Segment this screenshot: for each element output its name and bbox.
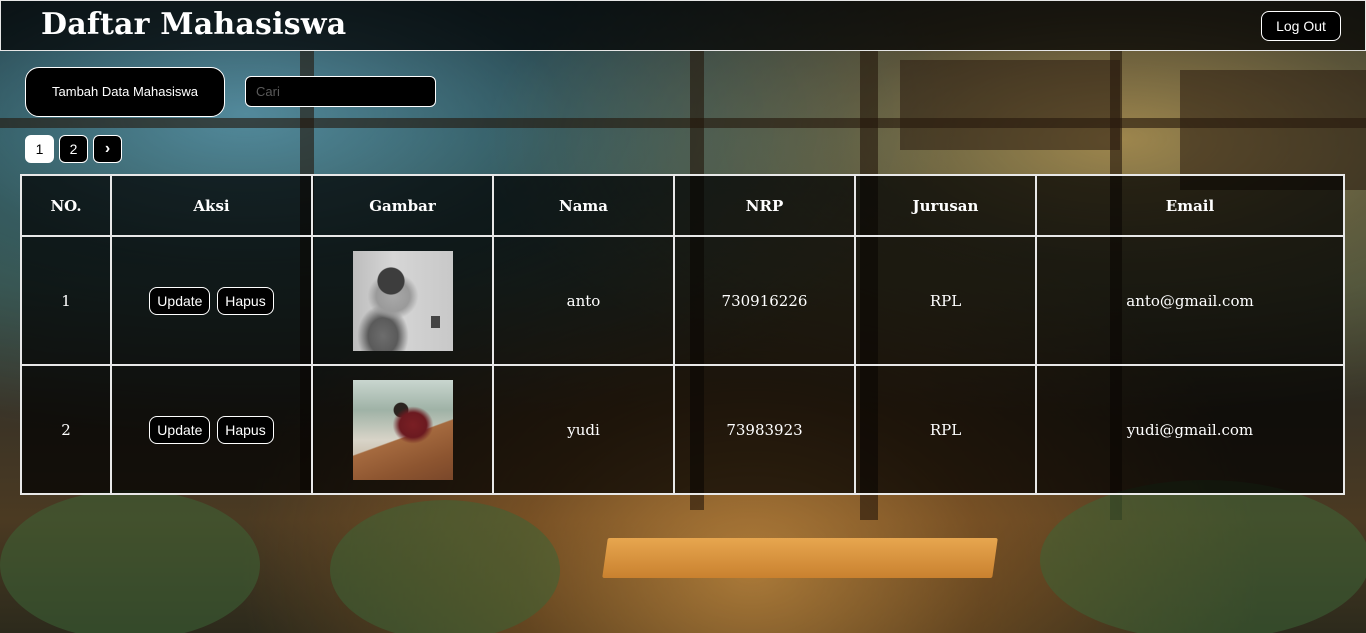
student-photo [352, 250, 453, 351]
student-photo [352, 379, 453, 480]
cell-nama: anto [492, 235, 675, 366]
table-row: 2 Update Hapus yudi 73983923 RPL yudi@gm… [20, 364, 1345, 495]
cell-email: anto@gmail.com [1035, 235, 1345, 366]
column-header-jurusan: Jurusan [854, 174, 1037, 237]
table-header-row: NO. Aksi Gambar Nama NRP Jurusan Email [20, 174, 1345, 237]
cell-jurusan: RPL [854, 235, 1037, 366]
delete-button[interactable]: Hapus [217, 286, 274, 315]
table-row: 1 Update Hapus anto 730916226 RPL anto@g… [20, 235, 1345, 366]
column-header-email: Email [1035, 174, 1345, 237]
table-header: NO. Aksi Gambar Nama NRP Jurusan Email [20, 174, 1345, 237]
student-table: NO. Aksi Gambar Nama NRP Jurusan Email 1… [20, 174, 1345, 495]
column-header-no: NO. [20, 174, 112, 237]
cell-nrp: 73983923 [673, 364, 856, 495]
cell-nama: yudi [492, 364, 675, 495]
add-student-button[interactable]: Tambah Data Mahasiswa [25, 67, 225, 117]
logout-button[interactable]: Log Out [1261, 11, 1341, 41]
update-button[interactable]: Update [149, 286, 211, 315]
page-title: Daftar Mahasiswa [41, 7, 347, 42]
app-header: Daftar Mahasiswa Log Out [0, 0, 1366, 51]
search-input[interactable] [245, 76, 436, 107]
pagination: 1 2 › [25, 135, 122, 163]
next-page-button[interactable]: › [93, 135, 122, 163]
page-button-1[interactable]: 1 [25, 135, 54, 163]
chevron-right-icon: › [104, 140, 111, 157]
column-header-aksi: Aksi [110, 174, 313, 237]
delete-button[interactable]: Hapus [217, 415, 274, 444]
page-button-2[interactable]: 2 [59, 135, 88, 163]
cell-nrp: 730916226 [673, 235, 856, 366]
column-header-nrp: NRP [673, 174, 856, 237]
cell-gambar [311, 235, 494, 366]
column-header-nama: Nama [492, 174, 675, 237]
column-header-gambar: Gambar [311, 174, 494, 237]
cell-no: 1 [20, 235, 112, 366]
cell-jurusan: RPL [854, 364, 1037, 495]
update-button[interactable]: Update [149, 415, 211, 444]
cell-aksi: Update Hapus [110, 235, 313, 366]
cell-aksi: Update Hapus [110, 364, 313, 495]
cell-email: yudi@gmail.com [1035, 364, 1345, 495]
cell-gambar [311, 364, 494, 495]
cell-no: 2 [20, 364, 112, 495]
